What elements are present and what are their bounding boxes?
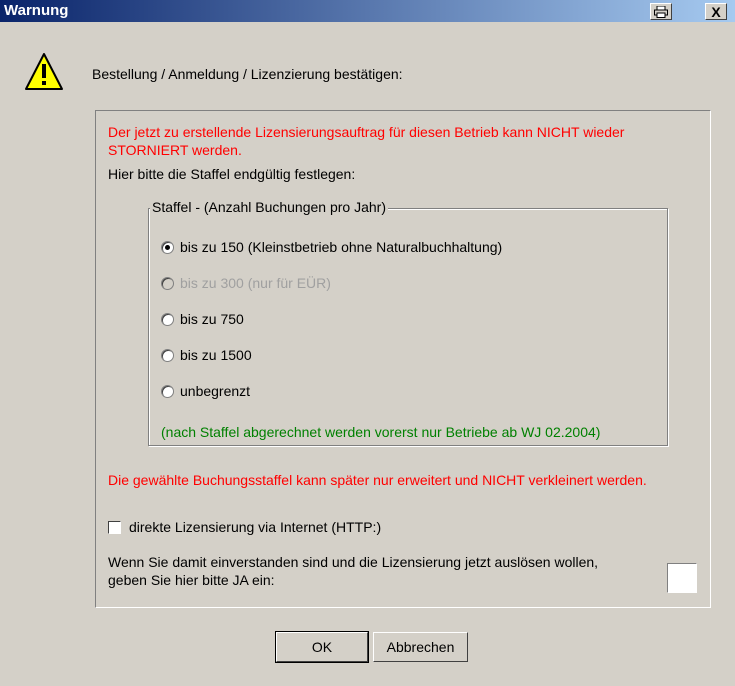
internet-licensing-checkbox[interactable] xyxy=(108,520,121,534)
ja-input[interactable] xyxy=(667,563,697,593)
radio-option-unbegrenzt[interactable]: unbegrenzt xyxy=(161,383,250,399)
main-panel: Der jetzt zu erstellende Lizensierungsau… xyxy=(95,110,711,608)
close-button[interactable]: X xyxy=(705,3,727,20)
header-text: Bestellung / Anmeldung / Lizenzierung be… xyxy=(92,66,403,82)
print-button[interactable] xyxy=(650,3,672,20)
radio-label: bis zu 300 (nur für EÜR) xyxy=(180,275,331,291)
printer-icon xyxy=(654,5,668,18)
title-bar: Warnung X xyxy=(0,0,735,22)
cancel-button[interactable]: Abbrechen xyxy=(373,632,468,662)
confirm-text: Wenn Sie damit einverstanden sind und di… xyxy=(108,554,599,588)
radio-option-1500[interactable]: bis zu 1500 xyxy=(161,347,252,363)
internet-licensing-checkbox-row[interactable]: direkte Lizensierung via Internet (HTTP:… xyxy=(108,519,381,535)
window-title: Warnung xyxy=(4,2,69,19)
radio-button[interactable] xyxy=(161,348,174,362)
radio-label: unbegrenzt xyxy=(180,383,251,399)
staffel-group: bis zu 150 (Kleinstbetrieb ohne Naturalb… xyxy=(148,208,668,446)
radio-label: bis zu 150 (Kleinstbetrieb ohne Naturalb… xyxy=(180,239,503,255)
radio-button xyxy=(161,276,174,290)
staffel-prompt: Hier bitte die Staffel endgültig festleg… xyxy=(108,166,356,182)
radio-option-300: bis zu 300 (nur für EÜR) xyxy=(161,275,331,291)
radio-button[interactable] xyxy=(161,384,174,398)
radio-button[interactable] xyxy=(161,240,174,254)
intro-warning: Der jetzt zu erstellende Lizensierungsau… xyxy=(108,124,625,158)
radio-label: bis zu 1500 xyxy=(180,347,252,363)
checkbox-label: direkte Lizensierung via Internet (HTTP:… xyxy=(129,519,382,535)
staffel-group-label: Staffel - (Anzahl Buchungen pro Jahr) xyxy=(150,199,388,215)
radio-option-150[interactable]: bis zu 150 (Kleinstbetrieb ohne Naturalb… xyxy=(161,239,502,255)
ok-button[interactable]: OK xyxy=(275,631,369,663)
staffel-warning: Die gewählte Buchungsstaffel kann später… xyxy=(108,472,647,488)
staffel-note: (nach Staffel abgerechnet werden vorerst… xyxy=(161,424,601,440)
radio-option-750[interactable]: bis zu 750 xyxy=(161,311,244,327)
close-icon: X xyxy=(711,3,721,20)
warning-icon xyxy=(25,53,63,90)
radio-label: bis zu 750 xyxy=(180,311,244,327)
radio-button[interactable] xyxy=(161,312,174,326)
